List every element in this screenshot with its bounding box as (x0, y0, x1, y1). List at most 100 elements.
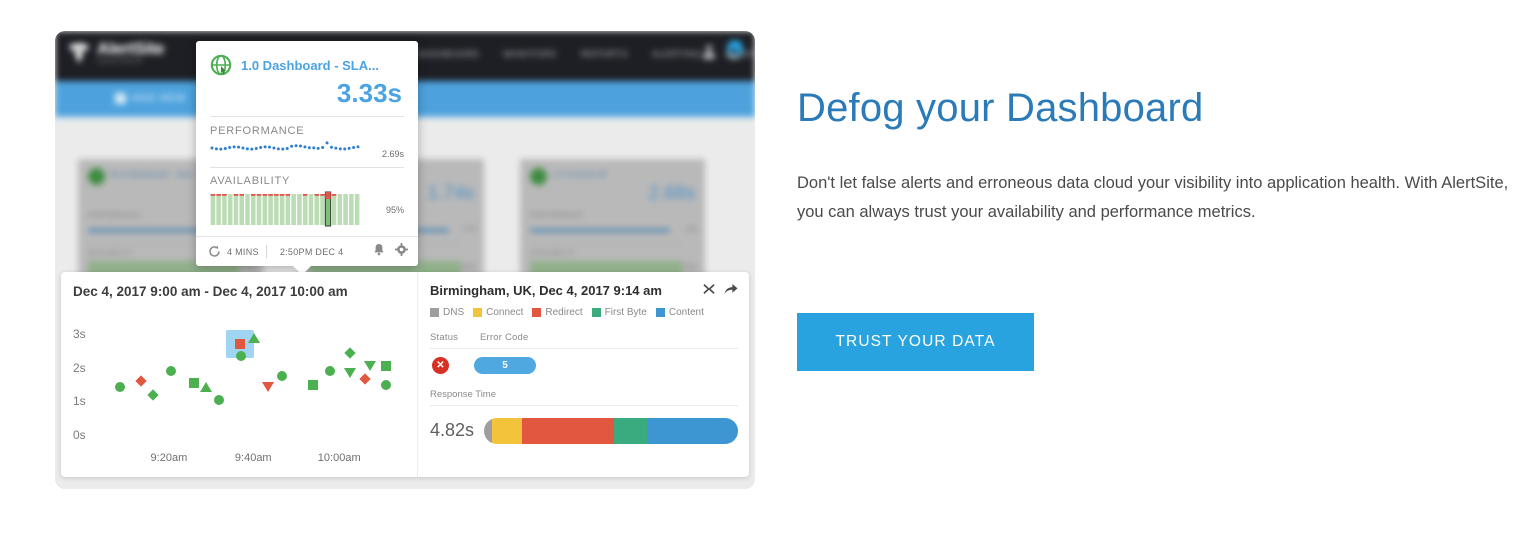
legend-item-first-byte: First Byte (591, 307, 647, 318)
legend-item-dns: DNS (430, 307, 464, 318)
gear-icon[interactable] (727, 40, 743, 59)
data-point-diamond-error[interactable] (359, 373, 371, 386)
data-point-triangle-down-ok[interactable] (363, 360, 376, 371)
card-performance-label: PERFORMANCE (88, 213, 142, 219)
status-badge: ✕ (432, 357, 449, 374)
table-divider (430, 348, 738, 349)
popup-availability-label: AVAILABILITY (210, 175, 291, 187)
data-point-triangle-down-ok[interactable] (344, 367, 357, 378)
footer-divider (265, 245, 267, 258)
data-point-circle-ok[interactable] (380, 380, 391, 391)
chart-range-title: Dec 4, 2017 9:00 am - Dec 4, 2017 10:00 … (73, 284, 348, 299)
nav-item-alerting[interactable]: ALERTING (652, 49, 702, 59)
nav-item-reports[interactable]: REPORTS (581, 49, 629, 59)
availability-bar-chart (210, 191, 360, 227)
data-point-circle-ok[interactable] (214, 394, 225, 405)
card-availability-label: AVAILABILITY (88, 251, 134, 257)
data-point-triangle-up-ok[interactable] (248, 332, 261, 343)
alertsite-logo: AlertSite SMARTBEAR (67, 39, 165, 65)
bell-icon[interactable] (373, 243, 385, 261)
popup-divider (210, 116, 404, 117)
notification-badge (727, 40, 743, 56)
card-value: 1.74s (427, 183, 474, 204)
legend-swatch (655, 308, 665, 317)
monitor-detail-panel: Dec 4, 2017 9:00 am - Dec 4, 2017 10:00 … (61, 272, 749, 477)
waterfall-legend: DNS Connect Redirect First Byte Content (430, 307, 704, 318)
page-title: Defog your Dashboard (797, 86, 1204, 130)
legend-item-connect: Connect (473, 307, 523, 318)
x-axis-tick: 9:20am (150, 452, 188, 464)
monitor-popup-card[interactable]: 1.0 Dashboard - SLA... 3.33s PERFORMANCE… (196, 41, 418, 275)
location-detail-section: Birmingham, UK, Dec 4, 2017 9:14 am DNS … (417, 272, 749, 477)
scatter-plot[interactable]: 0s 1s 2s 3s 9:20am 9:40am 10:00am (73, 312, 409, 464)
popup-header: 1.0 Dashboard - SLA... (210, 54, 379, 76)
card-divider (530, 243, 682, 244)
data-point-circle-ok[interactable] (277, 370, 288, 381)
data-point-triangle-down-error[interactable] (262, 382, 275, 393)
share-icon[interactable] (724, 283, 738, 298)
add-new-button[interactable]: ADD NEW (115, 93, 186, 104)
card-availability-value: 100% (681, 265, 697, 271)
card-performance-label: PERFORMANCE (530, 213, 584, 219)
performance-sparkline (210, 140, 360, 154)
y-axis-tick: 3s (73, 326, 86, 341)
product-screenshot: AlertSite SMARTBEAR DASHBOARD MONITORS R… (55, 31, 755, 489)
response-time-value: 4.82s (430, 420, 475, 440)
data-point-square-error[interactable] (235, 339, 246, 350)
data-point-circle-ok[interactable] (165, 365, 176, 376)
scatter-chart-section: Dec 4, 2017 9:00 am - Dec 4, 2017 10:00 … (61, 272, 417, 477)
page-root: AlertSite SMARTBEAR DASHBOARD MONITORS R… (0, 0, 1540, 533)
data-point-circle-ok[interactable] (115, 382, 126, 393)
legend-item-redirect: Redirect (532, 307, 583, 318)
marketing-body-text: Don't let false alerts and erroneous dat… (797, 174, 1509, 221)
popup-timestamp: 2:50PM DEC 4 (279, 246, 344, 257)
data-point-triangle-up-ok[interactable] (200, 382, 213, 393)
legend-label: Redirect (545, 307, 583, 318)
add-new-label: ADD NEW (132, 93, 187, 104)
refresh-icon[interactable] (208, 245, 221, 258)
legend-swatch (591, 308, 601, 317)
nav-item-monitors[interactable]: MONITORS (503, 49, 556, 59)
card-performance-value: 1.7% (462, 227, 476, 233)
error-code-badge: 5 (474, 357, 536, 374)
popup-divider (210, 167, 404, 168)
card-availability-value: 100% (460, 265, 476, 271)
trust-your-data-button[interactable]: TRUST YOUR DATA (797, 313, 1034, 371)
popup-footer-actions (373, 242, 408, 261)
data-point-square-ok[interactable] (189, 378, 200, 389)
data-point-circle-ok[interactable] (235, 351, 246, 362)
data-point-square-ok[interactable] (307, 379, 318, 390)
legend-swatch (430, 308, 439, 317)
performance-sparkline (530, 225, 670, 235)
table-divider (430, 405, 738, 406)
status-column-header: Status (430, 332, 459, 343)
response-segment-content (646, 418, 738, 444)
close-icon[interactable] (703, 283, 715, 298)
data-point-square-ok[interactable] (380, 361, 391, 372)
user-icon[interactable] (703, 45, 715, 59)
plus-icon (115, 93, 126, 104)
y-axis-tick: 2s (73, 360, 86, 375)
detail-actions (703, 283, 738, 298)
data-point-diamond-ok[interactable] (344, 347, 356, 360)
data-point-diamond-ok[interactable] (147, 389, 159, 401)
legend-label: Connect (486, 307, 524, 318)
popup-value: 3.33s (336, 78, 402, 108)
data-point-diamond-error[interactable] (135, 375, 147, 388)
legend-swatch (473, 308, 483, 317)
dashboard-card[interactable]: 1.0 Console M 2.68s PERFORMANCE 2.6s AVA… (520, 159, 705, 282)
error-code-column-header: Error Code (480, 332, 529, 343)
nav-item-dashboard[interactable]: DASHBOARD (417, 49, 479, 59)
logo-name: AlertSite (97, 39, 165, 58)
popup-footer: 4 MINS 2:50PM DEC 4 (196, 236, 418, 266)
response-time-stacked-bar[interactable] (484, 418, 738, 444)
location-title: Birmingham, UK, Dec 4, 2017 9:14 am (430, 283, 662, 298)
x-axis-tick: 10:00am (317, 452, 361, 464)
gear-icon[interactable] (395, 242, 408, 261)
popup-performance-value: 2.69s (381, 149, 404, 159)
data-point-circle-ok[interactable] (324, 365, 335, 376)
card-title: 1.0 Console M (552, 170, 607, 179)
popup-performance-label: PERFORMANCE (210, 125, 305, 137)
legend-item-content: Content (655, 307, 704, 318)
response-time-label: Response Time (430, 389, 497, 400)
